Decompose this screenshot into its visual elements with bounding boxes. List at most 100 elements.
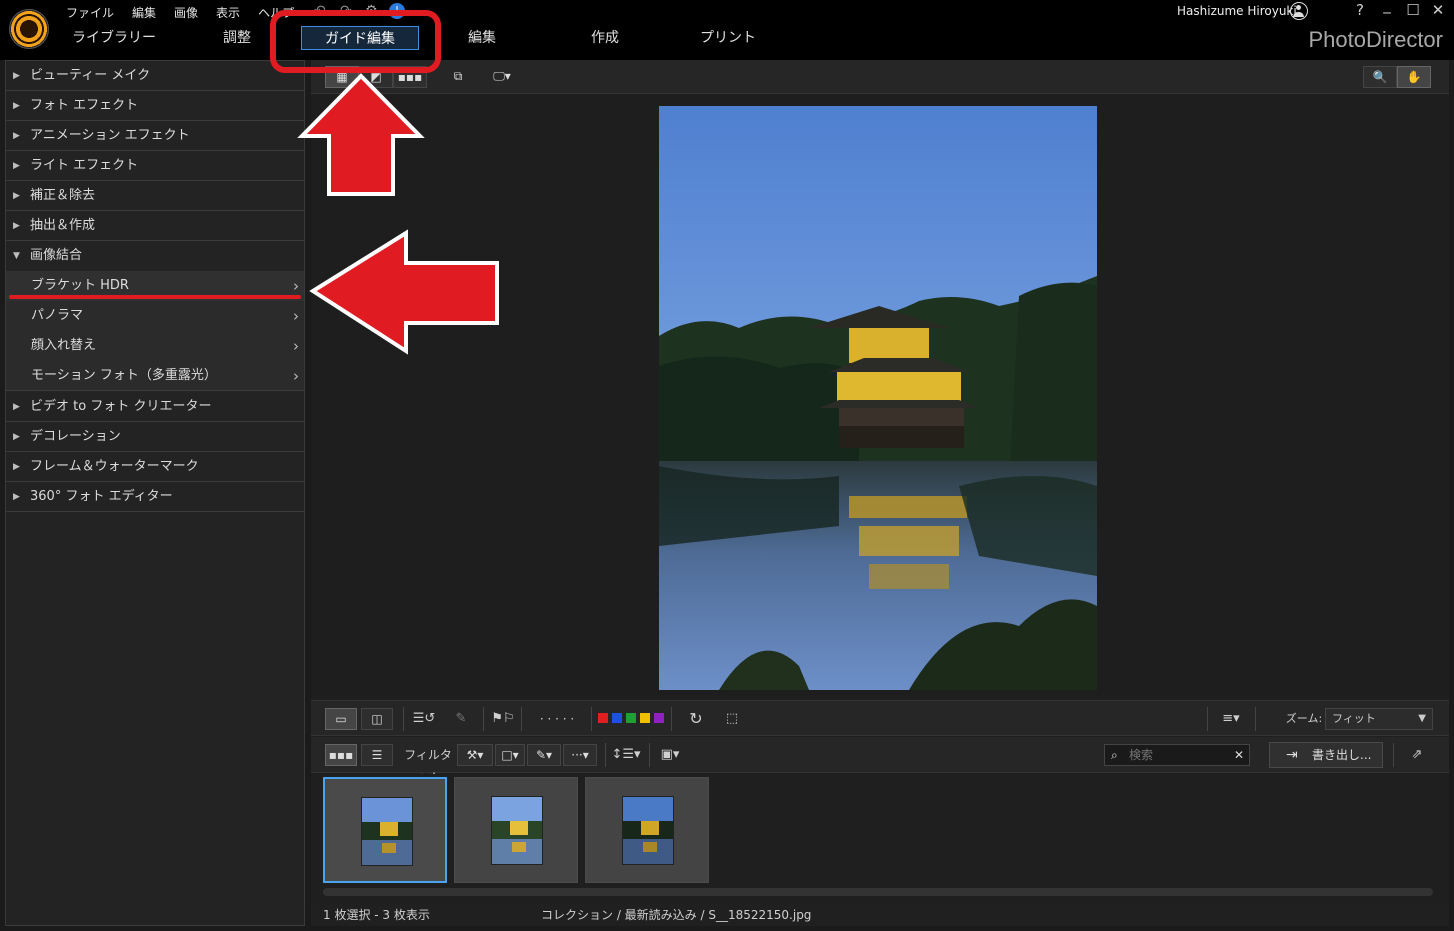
subitem-motion-photo[interactable]: モーション フォト（多重露光） › <box>6 361 304 391</box>
view-toolbar: ▦ ◩ ▪▪▪ ⧉ 🖵▾ 🔍 ✋ <box>311 60 1449 94</box>
help-button[interactable]: ? <box>1350 1 1370 19</box>
section-frame-watermark[interactable]: ▶ フレーム＆ウォーターマーク <box>6 452 304 482</box>
zoom-tool-icon[interactable]: 🔍 <box>1363 66 1397 88</box>
section-correct-remove[interactable]: ▶ 補正＆除去 <box>6 181 304 211</box>
menu-file[interactable]: ファイル <box>66 4 114 21</box>
menu-bar: ファイル 編集 画像 表示 ヘルプ <box>66 4 294 21</box>
list-view-icon[interactable]: ☰ <box>361 744 393 766</box>
expand-triangle-icon: ▶ <box>13 101 20 111</box>
section-beauty-makeup[interactable]: ▶ ビューティー メイク <box>6 61 304 91</box>
color-label-yellow[interactable] <box>640 713 650 723</box>
thumbnail-1[interactable] <box>323 777 447 883</box>
thumbnail-image <box>491 796 543 865</box>
flag-filter-icon[interactable]: ⚒▾ <box>457 744 493 766</box>
export-icon: ⇥ <box>1286 747 1298 763</box>
status-bar: 1 枚選択 - 3 枚表示 コレクション / 最新読み込み / S__18522… <box>311 904 1449 926</box>
shape-filter-icon[interactable]: □▾ <box>495 744 525 766</box>
tab-guided-edit[interactable]: ガイド編集 <box>301 26 419 50</box>
section-360-photo-editor[interactable]: ▶ 360° フォト エディター <box>6 482 304 512</box>
color-label-red[interactable] <box>598 713 608 723</box>
filter-label: フィルター: <box>404 748 452 782</box>
sort-menu-icon[interactable]: ≡▾ <box>1217 709 1245 729</box>
separator <box>403 707 404 731</box>
photo-canvas <box>311 95 1449 697</box>
section-animation-effect[interactable]: ▶ アニメーション エフェクト <box>6 121 304 151</box>
menu-help[interactable]: ヘルプ <box>258 4 294 21</box>
user-account-icon[interactable] <box>1290 2 1308 20</box>
filmstrip-scrollbar[interactable] <box>323 888 1433 896</box>
sort-order-icon[interactable]: ↕☰▾ <box>611 745 641 765</box>
section-decoration[interactable]: ▶ デコレーション <box>6 422 304 452</box>
title-bar: ファイル 編集 画像 表示 ヘルプ ↶ ↷ ⚙ ! Hashizume Hiro… <box>0 0 1454 60</box>
subitem-face-swap[interactable]: 顔入れ替え › <box>6 331 304 361</box>
tab-edit[interactable]: 編集 <box>445 26 519 50</box>
zoom-select[interactable]: フィット ▼ <box>1325 708 1433 730</box>
open-external-icon[interactable]: ⇗ <box>1405 745 1429 765</box>
menu-view[interactable]: 表示 <box>216 4 240 21</box>
rotate-list-icon[interactable]: ☰↺ <box>411 709 437 729</box>
photo-preview[interactable] <box>659 106 1097 690</box>
rotate-view-icon[interactable]: ⧉ <box>445 66 471 88</box>
guided-edit-panel: ▶ ビューティー メイク ▶ フォト エフェクト ▶ アニメーション エフェクト ▶ ラ… <box>5 60 305 926</box>
crop-select-icon[interactable]: ⬚ <box>719 709 745 729</box>
file-path: コレクション / 最新読み込み / S__18522150.jpg <box>541 908 812 922</box>
tab-print[interactable]: プリント <box>690 26 766 50</box>
single-photo-view-icon[interactable]: ▭ <box>325 708 357 730</box>
separator <box>1393 743 1394 767</box>
photo-toolbar: ▭ ◫ ☰↺ ✎ ⚑⚐ · · · · · ↻ ⬚ ≡▾ ズーム: フィット ▼ <box>311 700 1449 736</box>
hand-tool-icon[interactable]: ✋ <box>1397 66 1431 88</box>
flag-icon[interactable]: ⚑⚐ <box>491 709 515 729</box>
export-button[interactable]: ⇥ 書き出し... <box>1269 742 1383 768</box>
notification-icon[interactable]: ! <box>389 3 405 19</box>
separator <box>591 707 592 731</box>
compare-view-icon[interactable]: ◩ <box>359 66 393 88</box>
single-view-icon[interactable]: ▦ <box>325 66 359 88</box>
search-box[interactable]: ⌕ ✕ <box>1104 744 1250 766</box>
settings-gear-icon[interactable]: ⚙ <box>365 3 378 19</box>
chevron-right-icon: › <box>293 307 299 325</box>
pen-filter-icon[interactable]: ✎▾ <box>527 744 561 766</box>
filter-toolbar: ▪▪▪ ☰ フィルター: ⚒▾ □▾ ✎▾ ···▾ ↕☰▾ ▣▾ ⌕ ✕ ⇥ … <box>311 737 1449 782</box>
monitor-dropdown-icon[interactable]: 🖵▾ <box>487 66 517 88</box>
redo-icon[interactable]: ↷ <box>340 3 352 19</box>
tab-adjust[interactable]: 調整 <box>200 26 274 50</box>
maximize-button[interactable]: ☐ <box>1403 1 1423 19</box>
menu-image[interactable]: 画像 <box>174 4 198 21</box>
search-input[interactable] <box>1129 748 1229 762</box>
dual-photo-view-icon[interactable]: ◫ <box>361 708 393 730</box>
separator <box>521 707 522 731</box>
menu-edit[interactable]: 編集 <box>132 4 156 21</box>
clear-search-icon[interactable]: ✕ <box>1234 745 1244 765</box>
minimize-button[interactable]: _ <box>1377 0 1397 14</box>
close-button[interactable]: ✕ <box>1428 1 1448 19</box>
section-video-to-photo[interactable]: ▶ ビデオ to フォト クリエーター <box>6 392 304 422</box>
section-extract-create[interactable]: ▶ 抽出＆作成 <box>6 211 304 241</box>
section-image-merge[interactable]: ▼ 画像結合 <box>6 241 304 271</box>
refresh-icon[interactable]: ↻ <box>685 709 707 729</box>
rating-dots[interactable]: · · · · · <box>527 709 587 729</box>
filmstrip-view-icon[interactable]: ▪▪▪ <box>325 744 357 766</box>
more-filter-icon[interactable]: ···▾ <box>563 744 597 766</box>
search-icon: ⌕ <box>1111 748 1118 762</box>
tab-create[interactable]: 作成 <box>568 26 642 50</box>
chevron-right-icon: › <box>293 337 299 355</box>
section-photo-effect[interactable]: ▶ フォト エフェクト <box>6 91 304 121</box>
stack-dropdown-icon[interactable]: ▣▾ <box>657 745 683 765</box>
color-label-blue[interactable] <box>612 713 622 723</box>
section-light-effect[interactable]: ▶ ライト エフェクト <box>6 151 304 181</box>
undo-icon[interactable]: ↶ <box>314 3 326 19</box>
tab-library[interactable]: ライブラリー <box>68 26 160 50</box>
grid-view-icon[interactable]: ▪▪▪ <box>393 66 427 88</box>
thumbnail-3[interactable] <box>585 777 709 883</box>
photodirector-logo-icon <box>9 9 49 49</box>
expand-triangle-icon: ▶ <box>13 161 20 171</box>
filmstrip <box>311 774 1449 904</box>
color-label-green[interactable] <box>626 713 636 723</box>
kinkakuji-photo <box>659 106 1097 690</box>
color-label-purple[interactable] <box>654 713 664 723</box>
brand-title: PhotoDirector <box>1308 27 1443 52</box>
subitem-panorama[interactable]: パノラマ › <box>6 301 304 331</box>
subitem-bracket-hdr[interactable]: ブラケット HDR › <box>6 271 304 301</box>
selection-count: 1 枚選択 - 3 枚表示 <box>323 908 430 922</box>
thumbnail-2[interactable] <box>454 777 578 883</box>
